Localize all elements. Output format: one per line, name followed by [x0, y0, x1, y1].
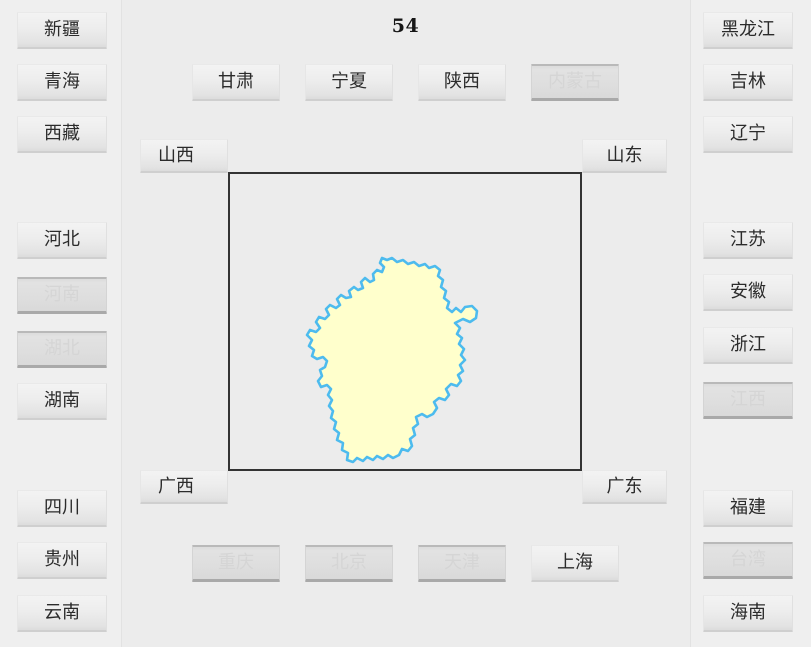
highlighted-province-shape	[305, 256, 479, 464]
province-button-jilin[interactable]: 吉林	[703, 64, 793, 101]
province-button-label: 海南	[730, 602, 766, 623]
province-button-guangdong[interactable]: 广东	[582, 470, 667, 504]
province-button-label: 甘肃	[218, 71, 254, 92]
province-button-taiwan: 台湾	[703, 542, 793, 579]
province-button-label: 台湾	[730, 549, 766, 570]
province-button-guizhou[interactable]: 贵州	[17, 542, 107, 579]
page-title: 54	[391, 15, 420, 37]
province-button-label: 山西	[158, 144, 194, 166]
province-button-label: 黑龙江	[721, 19, 775, 40]
province-button-chongqing: 重庆	[192, 545, 280, 582]
province-button-xinjiang[interactable]: 新疆	[17, 12, 107, 49]
province-button-beijing: 北京	[305, 545, 393, 582]
province-button-liaoning[interactable]: 辽宁	[703, 116, 793, 153]
province-button-fujian[interactable]: 福建	[703, 490, 793, 527]
province-button-label: 安徽	[730, 281, 766, 302]
province-button-label: 江西	[730, 389, 766, 410]
province-button-label: 西藏	[44, 123, 80, 144]
province-button-ningxia[interactable]: 宁夏	[305, 64, 393, 101]
province-button-label: 广西	[158, 475, 194, 497]
province-button-yunnan[interactable]: 云南	[17, 595, 107, 632]
province-button-label: 河北	[44, 229, 80, 250]
province-button-label: 青海	[44, 71, 80, 92]
province-button-label: 贵州	[44, 549, 80, 570]
province-button-shaanxi[interactable]: 陕西	[418, 64, 506, 101]
province-button-qinghai[interactable]: 青海	[17, 64, 107, 101]
province-button-shanxi[interactable]: 山西	[140, 139, 228, 173]
province-quiz-app: 54 新疆青海西藏河北河南湖北湖南四川贵州云南 甘肃 宁夏 陕西 内蒙古山西 山东广西 广东…	[0, 0, 811, 647]
province-button-hubei: 湖北	[17, 331, 107, 368]
province-button-sichuan[interactable]: 四川	[17, 490, 107, 527]
province-button-label: 四川	[44, 497, 80, 518]
province-button-anhui[interactable]: 安徽	[703, 274, 793, 311]
province-button-jiangsu[interactable]: 江苏	[703, 222, 793, 259]
province-button-tianjin: 天津	[418, 545, 506, 582]
province-button-label: 北京	[331, 552, 367, 573]
province-button-hainan[interactable]: 海南	[703, 595, 793, 632]
province-button-xizang[interactable]: 西藏	[17, 116, 107, 153]
province-button-zhejiang[interactable]: 浙江	[703, 327, 793, 364]
province-button-label: 宁夏	[331, 71, 367, 92]
province-button-label: 江苏	[730, 229, 766, 250]
province-button-label: 内蒙古	[548, 71, 602, 92]
province-button-label: 陕西	[444, 71, 480, 92]
province-button-label: 辽宁	[730, 123, 766, 144]
province-button-shandong[interactable]: 山东	[582, 139, 667, 173]
province-button-label: 吉林	[730, 71, 766, 92]
province-button-label: 天津	[444, 552, 480, 573]
province-button-label: 上海	[557, 552, 593, 573]
province-button-label: 浙江	[730, 334, 766, 355]
province-map	[305, 256, 479, 464]
province-button-heilongjiang[interactable]: 黑龙江	[703, 12, 793, 49]
map-frame	[228, 172, 582, 471]
province-button-label: 湖南	[44, 390, 80, 411]
province-button-guangxi[interactable]: 广西	[140, 470, 228, 504]
province-button-jiangxi: 江西	[703, 382, 793, 419]
province-button-label: 福建	[730, 497, 766, 518]
province-button-label: 重庆	[218, 552, 254, 573]
province-button-label: 广东	[606, 475, 643, 497]
province-button-label: 河南	[44, 284, 80, 305]
province-button-gansu[interactable]: 甘肃	[192, 64, 280, 101]
province-button-neimenggu: 内蒙古	[531, 64, 619, 101]
province-button-hebei[interactable]: 河北	[17, 222, 107, 259]
province-button-hunan[interactable]: 湖南	[17, 383, 107, 420]
province-button-label: 山东	[606, 144, 643, 166]
province-button-label: 云南	[44, 602, 80, 623]
province-button-label: 湖北	[44, 338, 80, 359]
province-button-label: 新疆	[44, 19, 80, 40]
province-button-shanghai[interactable]: 上海	[531, 545, 619, 582]
province-button-henan: 河南	[17, 277, 107, 314]
